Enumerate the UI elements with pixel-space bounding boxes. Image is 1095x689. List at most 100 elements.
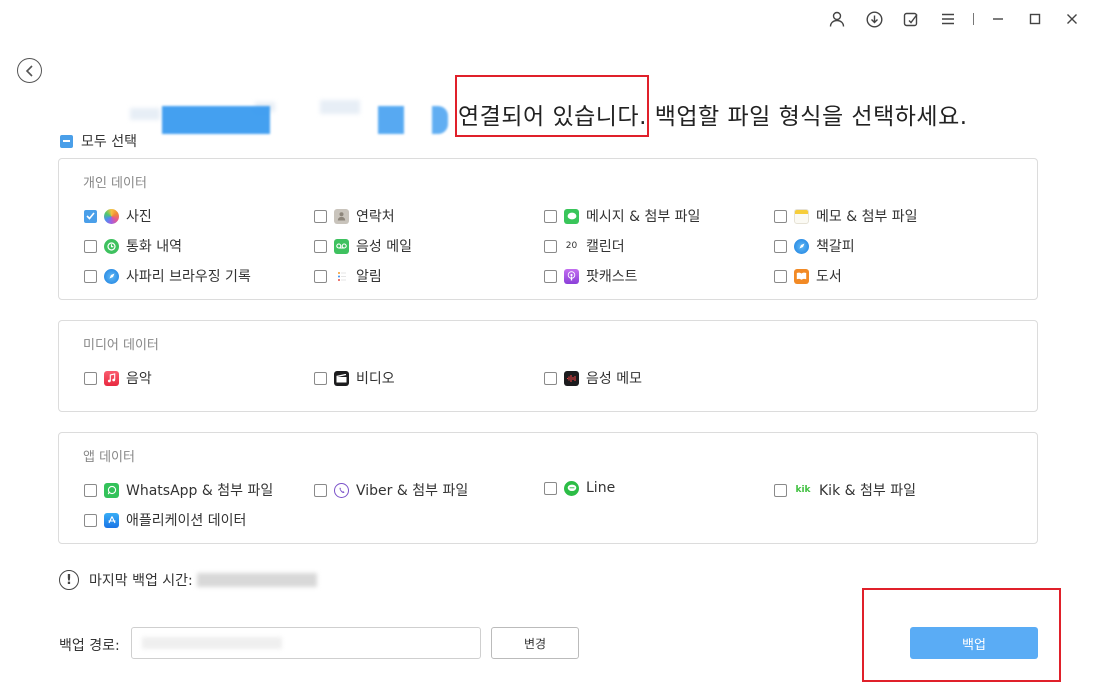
checkbox[interactable] (544, 481, 557, 495)
video-icon (334, 370, 349, 386)
item-podcasts[interactable]: 팟캐스트 (544, 266, 638, 286)
item-label: 팟캐스트 (586, 269, 638, 285)
checkbox[interactable] (314, 209, 327, 223)
checkbox[interactable] (774, 239, 787, 253)
item-label: 연락처 (356, 209, 395, 225)
item-label: 사파리 브라우징 기록 (126, 269, 251, 285)
instruction-text: 백업할 파일 형식을 선택하세요. (646, 104, 968, 130)
item-photos[interactable]: 사진 (84, 206, 152, 226)
last-backup-label: 마지막 백업 시간: (89, 573, 193, 589)
safari-bookmark-icon (794, 238, 809, 254)
blurred-device-name (320, 100, 360, 114)
last-backup-info: ! 마지막 백업 시간: (59, 570, 317, 590)
download-icon[interactable] (861, 8, 887, 30)
checkbox[interactable] (544, 371, 557, 385)
music-icon (104, 370, 119, 386)
chevron-left-icon (25, 64, 33, 77)
voicemail-icon (334, 238, 349, 254)
backup-path-input[interactable] (131, 627, 481, 659)
blurred-backup-time (196, 573, 317, 587)
item-label: 통화 내역 (126, 239, 182, 255)
blurred-device-name (130, 108, 160, 120)
checkbox[interactable] (84, 239, 97, 253)
close-icon[interactable] (1059, 8, 1085, 30)
item-books[interactable]: 도서 (774, 266, 842, 286)
change-path-button[interactable]: 변경 (491, 627, 579, 659)
feedback-icon[interactable] (898, 8, 924, 30)
item-call-history[interactable]: 통화 내역 (84, 236, 182, 256)
safari-history-icon (104, 268, 119, 284)
item-line[interactable]: Line (544, 480, 615, 496)
item-viber[interactable]: Viber & 첨부 파일 (314, 480, 468, 500)
item-safari-history[interactable]: 사파리 브라우징 기록 (84, 266, 251, 286)
checkbox[interactable] (84, 269, 97, 283)
item-whatsapp[interactable]: WhatsApp & 첨부 파일 (84, 480, 273, 500)
photos-icon (104, 208, 119, 224)
item-contacts[interactable]: 연락처 (314, 206, 395, 226)
item-notes[interactable]: 메모 & 첨부 파일 (774, 206, 918, 226)
item-video[interactable]: 비디오 (314, 368, 395, 388)
item-label: Kik & 첨부 파일 (819, 483, 916, 499)
checkbox[interactable] (84, 209, 97, 223)
checkbox[interactable] (544, 239, 557, 253)
select-all-label: 모두 선택 (81, 134, 137, 150)
item-label: 메시지 & 첨부 파일 (586, 209, 701, 225)
item-voice-memo[interactable]: 음성 메모 (544, 368, 642, 388)
back-button[interactable] (17, 58, 42, 83)
item-label: 메모 & 첨부 파일 (816, 209, 918, 225)
checkbox[interactable] (314, 269, 327, 283)
menu-icon[interactable] (935, 8, 961, 30)
item-messages[interactable]: 메시지 & 첨부 파일 (544, 206, 700, 226)
checkbox[interactable] (774, 269, 787, 283)
item-label: 음악 (126, 371, 152, 387)
user-icon[interactable] (824, 8, 850, 30)
item-kik[interactable]: kik Kik & 첨부 파일 (774, 480, 916, 500)
blurred-path-text (142, 637, 282, 649)
item-voicemail[interactable]: 음성 메일 (314, 236, 412, 256)
item-bookmarks[interactable]: 책갈피 (774, 236, 855, 256)
item-calendar[interactable]: 20 캘린더 (544, 236, 625, 256)
app-data-section: 앱 데이터 WhatsApp & 첨부 파일 Viber & 첨부 파일 Lin… (58, 432, 1038, 544)
item-music[interactable]: 음악 (84, 368, 152, 388)
section-title: 미디어 데이터 (83, 338, 159, 353)
titlebar-separator (973, 13, 974, 25)
contacts-icon (334, 208, 349, 224)
calendar-icon: 20 (564, 238, 579, 254)
blurred-device-name (378, 106, 404, 134)
checkbox[interactable] (314, 371, 327, 385)
checkbox[interactable] (84, 513, 97, 527)
kik-icon: kik (794, 482, 812, 498)
item-label: 캘린더 (586, 239, 625, 255)
item-label: 애플리케이션 데이터 (126, 513, 247, 529)
item-label: WhatsApp & 첨부 파일 (126, 483, 274, 499)
minimize-icon[interactable] (985, 8, 1011, 30)
viber-icon (334, 482, 349, 498)
backup-path-label: 백업 경로: (59, 638, 120, 654)
item-label: Line (586, 480, 616, 496)
item-reminders[interactable]: 알림 (314, 266, 382, 286)
item-label: 음성 메모 (586, 371, 642, 387)
checkbox[interactable] (774, 209, 787, 223)
item-label: 음성 메일 (356, 239, 412, 255)
item-label: 책갈피 (816, 239, 855, 255)
info-icon: ! (59, 570, 79, 590)
checkbox[interactable] (774, 483, 787, 497)
checkbox[interactable] (314, 239, 327, 253)
checkbox[interactable] (544, 209, 557, 223)
whatsapp-icon (104, 482, 119, 498)
voice-memo-icon (564, 370, 579, 386)
select-all-toggle[interactable]: 모두 선택 (60, 131, 137, 151)
checkbox[interactable] (84, 483, 97, 497)
media-data-section: 미디어 데이터 음악 비디오 음성 메모 (58, 320, 1038, 412)
checkbox[interactable] (314, 483, 327, 497)
checkbox[interactable] (84, 371, 97, 385)
blurred-device-name (162, 106, 270, 134)
backup-button[interactable]: 백업 (910, 627, 1038, 659)
item-label: 비디오 (356, 371, 395, 387)
checkbox[interactable] (544, 269, 557, 283)
partial-checkbox[interactable] (60, 134, 73, 148)
reminders-icon (334, 268, 349, 284)
maximize-icon[interactable] (1022, 8, 1048, 30)
item-app-data[interactable]: 애플리케이션 데이터 (84, 510, 246, 530)
call-history-icon (104, 238, 119, 254)
